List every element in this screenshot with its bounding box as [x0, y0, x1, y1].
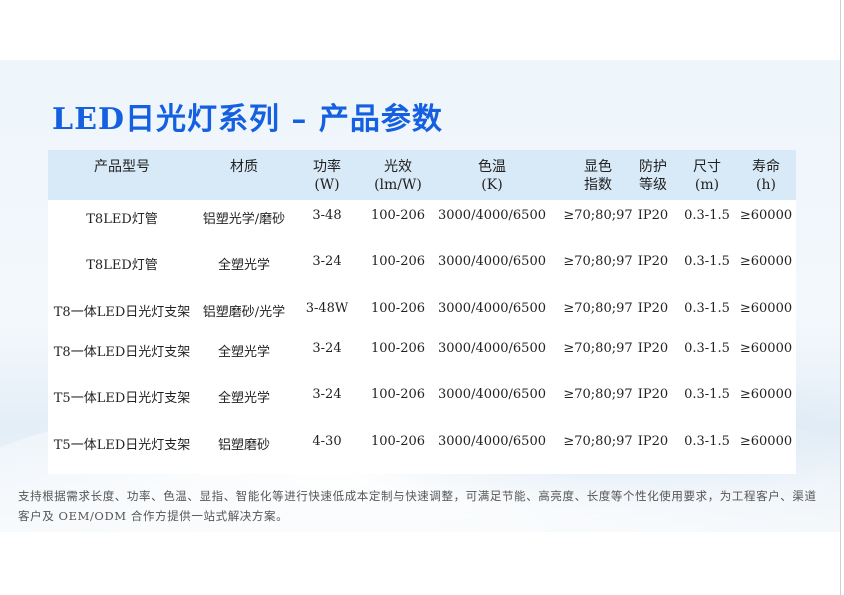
table-cell: ≥60000: [739, 341, 793, 356]
column-header-label: 色温: [478, 159, 506, 175]
table-cell: 0.3-1.5: [684, 341, 730, 356]
column-header-unit: (h): [756, 177, 776, 193]
table-cell: 全塑光学: [217, 391, 270, 406]
table-cell: 3-48: [312, 208, 342, 223]
table-row: T8LED灯管 铝塑光学/磨砂 3-48 100-206 3000/4000/6500 ≥…: [48, 208, 796, 227]
column-header-label: 尺寸: [693, 159, 721, 175]
table-cell: 3000/4000/6500: [437, 387, 546, 402]
column-header: 寿命 (h): [736, 158, 796, 194]
table-cell: 100-206: [370, 387, 426, 402]
table-cell: IP20: [637, 434, 669, 449]
table-cell: T8LED灯管: [86, 258, 158, 273]
table-cell: ≥60000: [739, 254, 793, 269]
product-spec-table: 产品型号 材质 功率 (W) 光效 (lm/W) 色温 (K) 显色 指数 防护 等级 尺寸 (m) 寿命(…: [48, 150, 796, 474]
table-cell: T5一体LED日光灯支架: [53, 391, 191, 406]
table-cell: IP20: [637, 254, 669, 269]
table-cell: 3000/4000/6500: [437, 434, 546, 449]
table-cell: T8一体LED日光灯支架: [53, 345, 191, 360]
table-cell: ≥60000: [739, 434, 793, 449]
column-header: 材质: [189, 158, 299, 176]
column-header-label: 防护: [639, 159, 667, 175]
table-row: T5一体LED日光灯支架 铝塑磨砂 4-30 100-206 3000/4000/650…: [48, 434, 796, 453]
table-row: T8一体LED日光灯支架 全塑光学 3-24 100-206 3000/4000/650…: [48, 341, 796, 360]
table-cell: T8LED灯管: [86, 212, 158, 227]
table-cell: IP20: [637, 341, 669, 356]
table-cell: T8一体LED日光灯支架: [53, 305, 191, 320]
table-cell: 100-206: [370, 208, 426, 223]
table-cell: ≥70;80;97: [563, 301, 633, 316]
table-cell: 100-206: [370, 434, 426, 449]
column-header: 光效 (lm/W): [358, 158, 438, 194]
table-header: 产品型号 材质 功率 (W) 光效 (lm/W) 色温 (K) 显色 指数 防护 等级 尺寸 (m) 寿命(…: [48, 150, 796, 200]
table-cell: 3-48W: [305, 301, 349, 316]
table-cell: IP20: [637, 208, 669, 223]
table-cell: 0.3-1.5: [684, 254, 730, 269]
table-cell: 铝塑磨砂/光学: [202, 305, 286, 320]
table-cell: 3-24: [312, 341, 342, 356]
column-header-label: 功率: [313, 159, 341, 175]
table-cell: ≥60000: [739, 301, 793, 316]
table-cell: ≥70;80;97: [563, 254, 633, 269]
column-header: 产品型号: [52, 158, 192, 176]
table-cell: 3-24: [312, 254, 342, 269]
column-header-label: 寿命: [752, 159, 780, 175]
column-header-label: 显色: [584, 159, 612, 175]
table-cell: 3000/4000/6500: [437, 341, 546, 356]
column-header: 防护 等级: [633, 158, 673, 194]
column-header: 色温 (K): [432, 158, 552, 194]
column-header-unit: (K): [481, 177, 503, 193]
table-cell: 3000/4000/6500: [437, 301, 546, 316]
column-header-unit: (m): [694, 177, 720, 193]
table-cell: 100-206: [370, 254, 426, 269]
column-header-label: 产品型号: [94, 159, 150, 175]
table-cell: 100-206: [370, 341, 426, 356]
table-cell: 4-30: [312, 434, 342, 449]
table-cell: 0.3-1.5: [684, 208, 730, 223]
table-cell: 全塑光学: [217, 258, 270, 273]
column-header-unit: 等级: [639, 177, 667, 193]
column-header: 显色 指数: [558, 158, 638, 194]
table-row: T5一体LED日光灯支架 全塑光学 3-24 100-206 3000/4000/650…: [48, 387, 796, 406]
column-header-unit: 指数: [584, 177, 612, 193]
column-header-label: 光效: [384, 159, 412, 175]
table-cell: 铝塑磨砂: [217, 438, 270, 453]
table-cell: 0.3-1.5: [684, 387, 730, 402]
table-cell: 铝塑光学/磨砂: [202, 212, 286, 227]
table-cell: 0.3-1.5: [684, 434, 730, 449]
column-header-label: 材质: [230, 159, 258, 175]
page-border: [840, 0, 841, 595]
table-cell: 0.3-1.5: [684, 301, 730, 316]
column-header-unit: (lm/W): [374, 177, 422, 193]
table-cell: ≥70;80;97: [563, 387, 633, 402]
table-cell: 3-24: [312, 387, 342, 402]
column-header: 尺寸 (m): [682, 158, 732, 194]
page-title: LED日光灯系列 – 产品参数: [52, 102, 443, 137]
table-row: T8一体LED日光灯支架 铝塑磨砂/光学 3-48W 100-206 3000/4000…: [48, 301, 796, 320]
table-cell: ≥60000: [739, 208, 793, 223]
table-cell: 100-206: [370, 301, 426, 316]
description-text: 支持根据需求长度、功率、色温、显指、智能化等进行快速低成本定制与快速调整，可满足…: [18, 489, 817, 523]
table-cell: IP20: [637, 387, 669, 402]
table-cell: IP20: [637, 301, 669, 316]
table-row: T8LED灯管 全塑光学 3-24 100-206 3000/4000/6500 ≥70;…: [48, 254, 796, 273]
column-header-unit: (W): [314, 177, 340, 193]
table-cell: 全塑光学: [217, 345, 270, 360]
table-cell: ≥70;80;97: [563, 208, 633, 223]
table-cell: ≥70;80;97: [563, 434, 633, 449]
table-cell: ≥70;80;97: [563, 341, 633, 356]
table-cell: T5一体LED日光灯支架: [53, 438, 191, 453]
column-header: 功率 (W): [302, 158, 352, 194]
table-cell: 3000/4000/6500: [437, 208, 546, 223]
table-cell: 3000/4000/6500: [437, 254, 546, 269]
table-cell: ≥60000: [739, 387, 793, 402]
